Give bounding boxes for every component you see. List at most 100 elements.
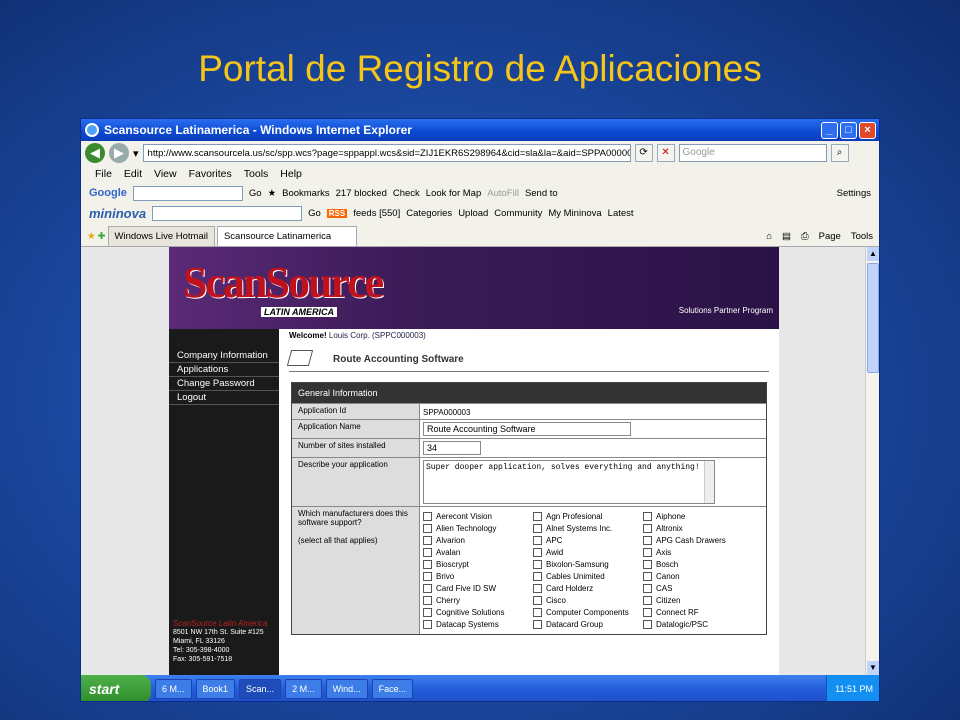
manufacturer-option[interactable]: Altronix bbox=[643, 524, 753, 533]
taskbar-item-wind[interactable]: Wind... bbox=[325, 679, 368, 699]
manufacturer-option[interactable]: Alnet Systems Inc. bbox=[533, 524, 643, 533]
manufacturer-option[interactable]: Computer Components bbox=[533, 608, 643, 617]
checkbox[interactable] bbox=[533, 560, 542, 569]
maximize-button[interactable]: □ bbox=[840, 121, 857, 139]
manufacturer-option[interactable]: Datalogic/PSC bbox=[643, 620, 753, 629]
checkbox[interactable] bbox=[423, 620, 432, 629]
refresh-icon[interactable]: ⟳ bbox=[634, 144, 653, 162]
checkbox[interactable] bbox=[533, 596, 542, 605]
checkbox[interactable] bbox=[423, 560, 432, 569]
print-icon[interactable]: ⎙ bbox=[801, 231, 809, 242]
checkbox[interactable] bbox=[643, 620, 652, 629]
manufacturer-option[interactable]: Datacard Group bbox=[533, 620, 643, 629]
manufacturer-option[interactable]: Cables Unimited bbox=[533, 572, 643, 581]
nav-company-information[interactable]: Company Information bbox=[169, 349, 279, 363]
menu-favorites[interactable]: Favorites bbox=[189, 168, 232, 180]
checkbox[interactable] bbox=[643, 572, 652, 581]
checkbox[interactable] bbox=[643, 524, 652, 533]
scroll-up-arrow[interactable]: ▲ bbox=[867, 247, 879, 261]
tab-scansource[interactable]: Scansource Latinamerica bbox=[216, 226, 357, 246]
close-button[interactable]: × bbox=[859, 121, 876, 139]
nav-applications[interactable]: Applications bbox=[169, 363, 279, 377]
tools-menu[interactable]: Tools bbox=[851, 231, 873, 242]
search-icon[interactable]: ⌕ bbox=[830, 144, 849, 162]
manufacturer-option[interactable]: Cognitive Solutions bbox=[423, 608, 533, 617]
manufacturer-option[interactable]: CAS bbox=[643, 584, 753, 593]
manufacturer-option[interactable]: Bioscrypt bbox=[423, 560, 533, 569]
checkbox[interactable] bbox=[643, 584, 652, 593]
checkbox[interactable] bbox=[423, 512, 432, 521]
checkbox[interactable] bbox=[533, 524, 542, 533]
sites-input[interactable]: 34 bbox=[423, 441, 481, 455]
popup-blocked-button[interactable]: 217 blocked bbox=[336, 188, 387, 199]
taskbar-item-6m[interactable]: 6 M... bbox=[155, 679, 192, 699]
manufacturer-option[interactable]: Cherry bbox=[423, 596, 533, 605]
manufacturer-option[interactable]: Canon bbox=[643, 572, 753, 581]
manufacturer-option[interactable]: Agn Profesional bbox=[533, 512, 643, 521]
add-favorite-icon[interactable]: ✚ bbox=[98, 231, 106, 246]
manufacturer-option[interactable]: Card Five ID SW bbox=[423, 584, 533, 593]
latest-button[interactable]: Latest bbox=[608, 208, 634, 219]
manufacturer-option[interactable]: Alvarion bbox=[423, 536, 533, 545]
check-button[interactable]: Check bbox=[393, 188, 420, 199]
manufacturer-option[interactable]: Awid bbox=[533, 548, 643, 557]
taskbar-item-face[interactable]: Face... bbox=[371, 679, 414, 699]
minimize-button[interactable]: _ bbox=[821, 121, 838, 139]
taskbar-item-2m[interactable]: 2 M... bbox=[285, 679, 322, 699]
page-scrollbar[interactable]: ▲ ▼ bbox=[865, 247, 879, 675]
google-go-button[interactable]: Go bbox=[249, 188, 262, 199]
checkbox[interactable] bbox=[643, 536, 652, 545]
forward-icon[interactable]: ▶ bbox=[109, 143, 129, 163]
manufacturer-option[interactable]: APC bbox=[533, 536, 643, 545]
checkbox[interactable] bbox=[423, 524, 432, 533]
categories-button[interactable]: Categories bbox=[406, 208, 452, 219]
manufacturer-option[interactable]: Citizen bbox=[643, 596, 753, 605]
taskbar-item-scan[interactable]: Scan... bbox=[239, 679, 282, 699]
manufacturer-option[interactable]: Bosch bbox=[643, 560, 753, 569]
checkbox[interactable] bbox=[533, 620, 542, 629]
describe-textarea[interactable]: Super dooper application, solves everyth… bbox=[423, 460, 715, 504]
manufacturer-option[interactable]: Card Holderz bbox=[533, 584, 643, 593]
nav-change-password[interactable]: Change Password bbox=[169, 377, 279, 391]
checkbox[interactable] bbox=[423, 596, 432, 605]
favorites-star-icon[interactable]: ★ bbox=[87, 231, 96, 246]
taskbar-item-book1[interactable]: Book1 bbox=[195, 679, 236, 699]
settings-button[interactable]: Settings bbox=[837, 188, 879, 199]
tab-hotmail[interactable]: Windows Live Hotmail bbox=[107, 226, 215, 246]
app-name-input[interactable]: Route Accounting Software bbox=[423, 422, 631, 436]
menu-view[interactable]: View bbox=[154, 168, 177, 180]
home-icon[interactable]: ⌂ bbox=[766, 231, 772, 242]
my-mininova-button[interactable]: My Mininova bbox=[548, 208, 601, 219]
checkbox[interactable] bbox=[533, 512, 542, 521]
mininova-go-button[interactable]: Go bbox=[308, 208, 321, 219]
dropdown-icon[interactable]: ▾ bbox=[133, 147, 139, 160]
manufacturer-option[interactable]: Bixolon-Samsung bbox=[533, 560, 643, 569]
checkbox[interactable] bbox=[643, 548, 652, 557]
checkbox[interactable] bbox=[423, 536, 432, 545]
community-button[interactable]: Community bbox=[494, 208, 542, 219]
start-button[interactable]: start bbox=[81, 675, 151, 701]
checkbox[interactable] bbox=[533, 548, 542, 557]
feeds-icon[interactable]: ▤ bbox=[782, 231, 791, 242]
manufacturer-option[interactable]: Brivo bbox=[423, 572, 533, 581]
manufacturer-option[interactable]: Aerecont Vision bbox=[423, 512, 533, 521]
checkbox[interactable] bbox=[643, 608, 652, 617]
manufacturer-option[interactable]: Alien Technology bbox=[423, 524, 533, 533]
search-input[interactable]: Google bbox=[678, 144, 827, 162]
feeds-button[interactable]: feeds [550] bbox=[353, 208, 400, 219]
manufacturer-option[interactable]: Cisco bbox=[533, 596, 643, 605]
checkbox[interactable] bbox=[423, 608, 432, 617]
checkbox[interactable] bbox=[533, 572, 542, 581]
checkbox[interactable] bbox=[643, 560, 652, 569]
bookmarks-button[interactable]: Bookmarks bbox=[282, 188, 330, 199]
checkbox[interactable] bbox=[423, 572, 432, 581]
back-icon[interactable]: ◀ bbox=[85, 143, 105, 163]
mininova-search-input[interactable] bbox=[152, 205, 303, 221]
manufacturer-option[interactable]: Aiphone bbox=[643, 512, 753, 521]
scroll-down-arrow[interactable]: ▼ bbox=[867, 661, 879, 675]
manufacturer-option[interactable]: Avalan bbox=[423, 548, 533, 557]
stop-icon[interactable]: ✕ bbox=[656, 144, 675, 162]
manufacturer-option[interactable]: Datacap Systems bbox=[423, 620, 533, 629]
checkbox[interactable] bbox=[533, 536, 542, 545]
checkbox[interactable] bbox=[533, 608, 542, 617]
